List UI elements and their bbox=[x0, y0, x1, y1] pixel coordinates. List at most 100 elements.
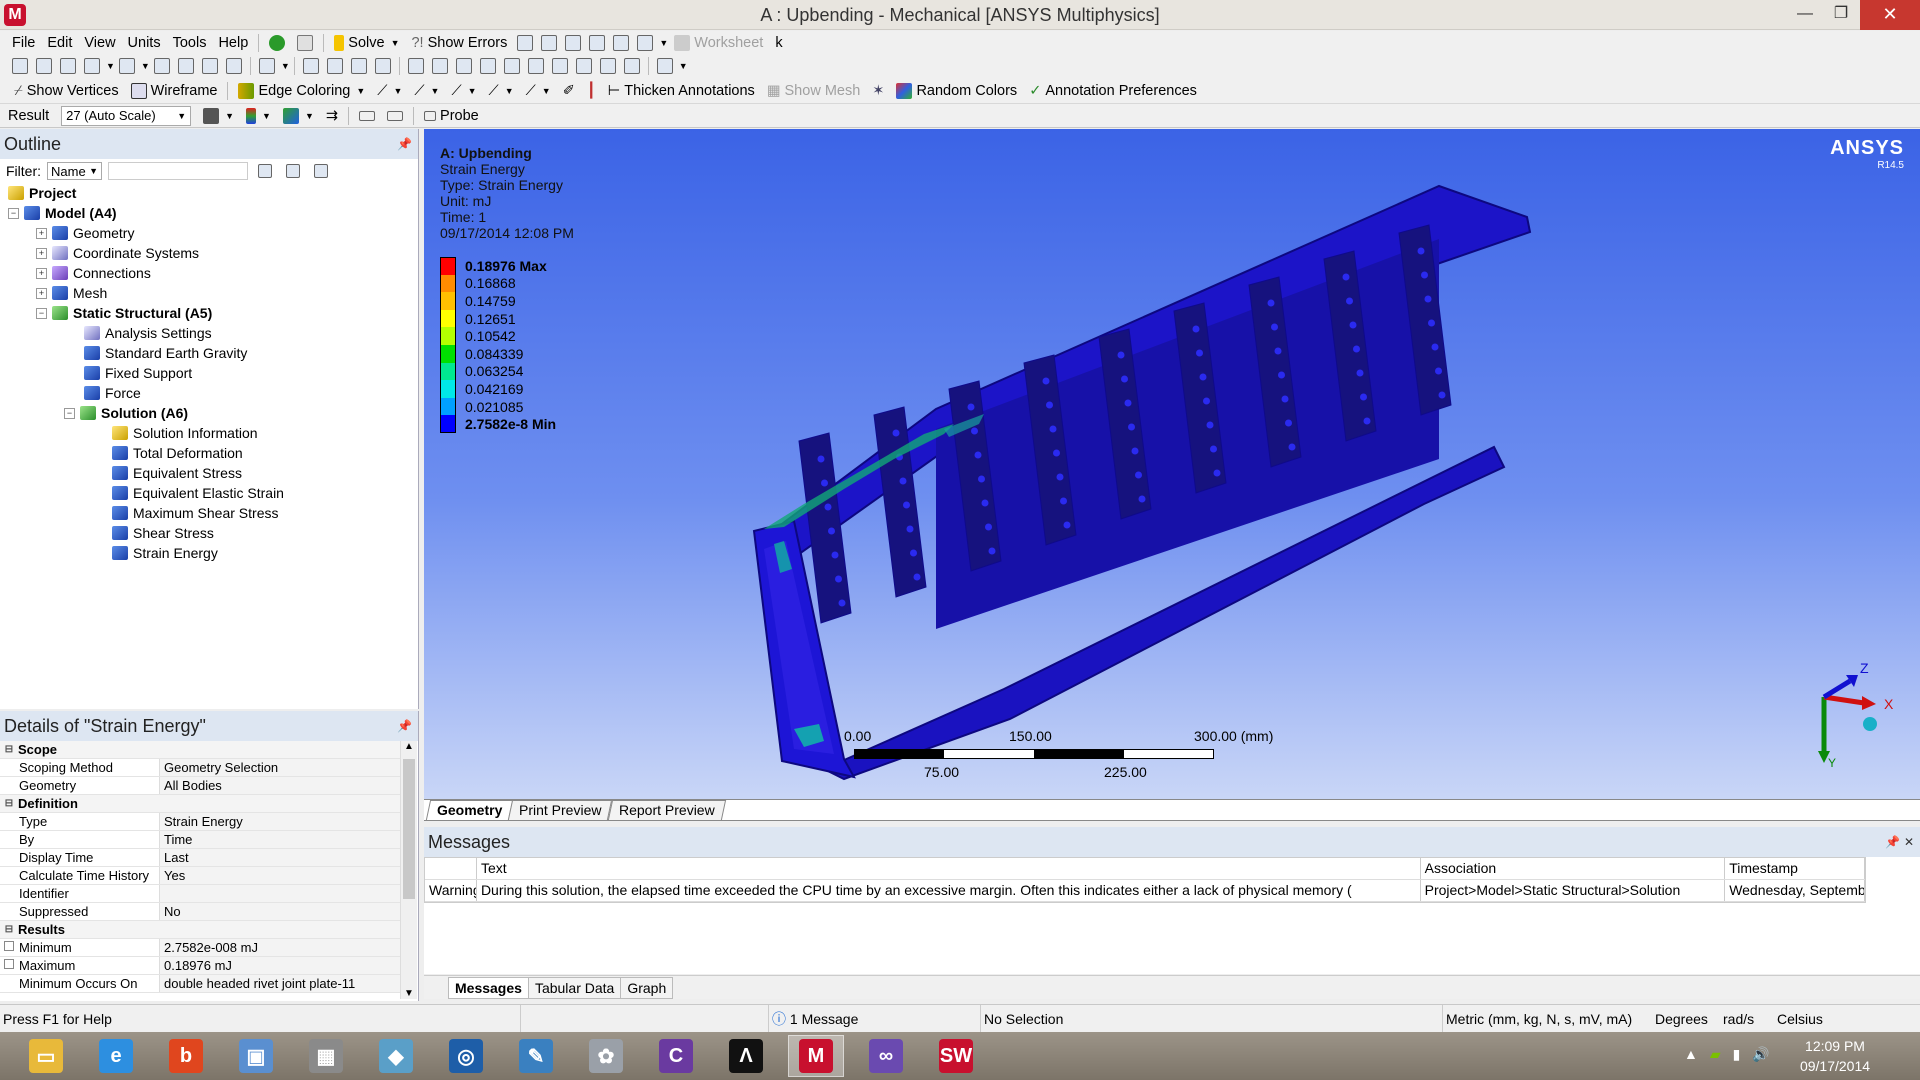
toolbar-icon[interactable] bbox=[517, 34, 534, 51]
network-icon[interactable]: ▮ bbox=[1733, 1046, 1741, 1063]
result-scale-dropdown[interactable]: 27 (Auto Scale) ▼ bbox=[61, 105, 192, 126]
taskbar-internet-explorer[interactable]: e bbox=[88, 1035, 144, 1077]
details-section-definition[interactable]: ⊟ Definition bbox=[0, 795, 400, 813]
tree-item-shear-stress[interactable]: Shear Stress bbox=[112, 523, 214, 543]
taskbar-brush-app[interactable]: ✎ bbox=[508, 1035, 564, 1077]
tree-item-standard-earth-gravity[interactable]: Standard Earth Gravity bbox=[84, 343, 247, 363]
details-section-results[interactable]: ⊟ Results bbox=[0, 921, 400, 939]
restore-button[interactable]: ❐ bbox=[1818, 0, 1864, 30]
status-temperature[interactable]: Celsius bbox=[1774, 1005, 1884, 1033]
tree-item-mesh[interactable]: + Mesh bbox=[36, 283, 107, 303]
tree-item-static-structural[interactable]: − Static Structural (A5) bbox=[36, 303, 212, 323]
thicken-icon[interactable]: ┃ bbox=[581, 80, 602, 102]
toolbar-icon[interactable] bbox=[613, 34, 630, 51]
tree-item-force[interactable]: Force bbox=[84, 383, 141, 403]
viewport-layout-icon[interactable] bbox=[656, 58, 673, 74]
show-vertices-button[interactable]: ⌿ Show Vertices bbox=[8, 80, 125, 102]
filter-search-input[interactable] bbox=[108, 162, 248, 180]
zoom-icon[interactable] bbox=[350, 58, 367, 74]
details-row[interactable]: Identifier bbox=[0, 885, 400, 903]
details-row[interactable]: Geometry All Bodies bbox=[0, 777, 400, 795]
tree-item-connections[interactable]: + Connections bbox=[36, 263, 151, 283]
probe-button[interactable]: Probe bbox=[418, 105, 485, 127]
expand-all-icon[interactable] bbox=[314, 164, 328, 178]
pin-icon[interactable]: ✐ bbox=[557, 80, 581, 102]
tree-item-solution-information[interactable]: Solution Information bbox=[112, 423, 258, 443]
taskbar-visual-studio[interactable]: ∞ bbox=[858, 1035, 914, 1077]
taskbar-network-app[interactable]: ◆ bbox=[368, 1035, 424, 1077]
taskbar-network-tools[interactable]: ✿ bbox=[578, 1035, 634, 1077]
details-row[interactable]: Display Time Last bbox=[0, 849, 400, 867]
tab-geometry[interactable]: Geometry bbox=[425, 800, 514, 820]
details-scrollbar[interactable]: ▲ ▼ bbox=[400, 741, 417, 999]
iso-view-icon[interactable] bbox=[575, 58, 592, 74]
tree-item-total-deformation[interactable]: Total Deformation bbox=[112, 443, 243, 463]
print-icon[interactable] bbox=[599, 58, 616, 74]
show-errors-button[interactable]: ?! Show Errors bbox=[405, 32, 513, 54]
tab-tabular-data[interactable]: Tabular Data bbox=[527, 976, 622, 999]
details-row[interactable]: Type Strain Energy bbox=[0, 813, 400, 831]
check-icon[interactable] bbox=[263, 32, 291, 54]
tag-icon[interactable] bbox=[623, 58, 640, 74]
checkbox[interactable] bbox=[4, 959, 14, 969]
refresh-icon[interactable] bbox=[258, 164, 272, 178]
filter-type-dropdown[interactable]: Name ▼ bbox=[47, 162, 102, 180]
tree-item-fixed-support[interactable]: Fixed Support bbox=[84, 363, 192, 383]
zoom-out-icon[interactable] bbox=[479, 58, 496, 74]
tree-item-geometry[interactable]: + Geometry bbox=[36, 223, 134, 243]
tab-print-preview[interactable]: Print Preview bbox=[508, 800, 613, 820]
show-mesh-button[interactable]: ▦ Show Mesh bbox=[761, 80, 866, 102]
taskbar-file-explorer[interactable]: ▭ bbox=[18, 1035, 74, 1077]
column-header-timestamp[interactable]: Timestamp bbox=[1725, 858, 1865, 879]
scrollbar-thumb[interactable] bbox=[403, 759, 415, 899]
edge-style-button[interactable]: ⟋ ▼ bbox=[483, 80, 520, 102]
tree-item-maximum-shear-stress[interactable]: Maximum Shear Stress bbox=[112, 503, 278, 523]
pointer-icon[interactable] bbox=[118, 58, 135, 74]
random-colors-button[interactable]: Random Colors bbox=[890, 80, 1023, 102]
select-icon[interactable] bbox=[36, 58, 52, 74]
taskbar-solidworks[interactable]: SW bbox=[928, 1035, 984, 1077]
menu-view[interactable]: View bbox=[78, 35, 121, 51]
edge-style-button[interactable]: ⟋ ▼ bbox=[445, 80, 482, 102]
edge-style-button[interactable]: ⟋ ▼ bbox=[408, 80, 445, 102]
annotation-preferences-button[interactable]: ✓ Annotation Preferences bbox=[1023, 80, 1203, 102]
edge-coloring-button[interactable]: Edge Coloring ▼ bbox=[232, 80, 371, 102]
chevron-up-icon[interactable]: ▲ bbox=[1684, 1046, 1698, 1063]
close-button[interactable]: ✕ bbox=[1860, 0, 1920, 30]
zoom-in-icon[interactable] bbox=[455, 58, 472, 74]
status-angle[interactable]: Degrees bbox=[1652, 1005, 1717, 1033]
clipboard-icon[interactable] bbox=[258, 58, 275, 74]
column-header-association[interactable]: Association bbox=[1421, 858, 1726, 879]
min-label-icon[interactable] bbox=[381, 105, 409, 127]
contour-legend[interactable]: 0.18976 Max 0.16868 0.14759 0.12651 0.10542 0… bbox=[440, 257, 556, 433]
checkbox[interactable] bbox=[4, 941, 14, 951]
menu-units[interactable]: Units bbox=[122, 35, 167, 51]
details-row[interactable]: Calculate Time History Yes bbox=[0, 867, 400, 885]
tab-report-preview[interactable]: Report Preview bbox=[607, 800, 726, 820]
select-mode-icon[interactable] bbox=[84, 58, 100, 74]
coordinate-triad[interactable]: Z X Y bbox=[1784, 659, 1894, 769]
edge-style-button[interactable]: ⟋ ▼ bbox=[520, 80, 557, 102]
explode-icon[interactable]: ✶ bbox=[866, 80, 890, 102]
context-help-icon[interactable]: k bbox=[769, 32, 788, 54]
details-row[interactable]: Maximum 0.18976 mJ bbox=[0, 957, 400, 975]
pan-icon[interactable] bbox=[326, 58, 343, 74]
taskbar-mechanical-app[interactable]: M bbox=[788, 1035, 844, 1077]
body-icon[interactable] bbox=[225, 58, 242, 74]
taskbar-media-app[interactable]: ◎ bbox=[438, 1035, 494, 1077]
graphics-viewport[interactable]: A: Upbending Strain Energy Type: Strain … bbox=[424, 129, 1920, 799]
edge-icon[interactable] bbox=[177, 58, 194, 74]
vertex-icon[interactable] bbox=[201, 58, 218, 74]
toolbar-icon[interactable] bbox=[565, 34, 582, 51]
zoom-box-icon[interactable] bbox=[374, 58, 391, 74]
tree-item-coordinate-systems[interactable]: + Coordinate Systems bbox=[36, 243, 199, 263]
tree-item-model[interactable]: − Model (A4) bbox=[8, 203, 117, 223]
details-row[interactable]: Suppressed No bbox=[0, 903, 400, 921]
close-icon[interactable]: ✕ bbox=[1904, 827, 1914, 857]
tree-item-solution[interactable]: − Solution (A6) bbox=[64, 403, 188, 423]
rotate-icon[interactable] bbox=[302, 58, 319, 74]
clear-filter-icon[interactable] bbox=[286, 164, 300, 178]
details-row[interactable]: By Time bbox=[0, 831, 400, 849]
worksheet-button[interactable]: Worksheet bbox=[668, 32, 769, 54]
pin-icon[interactable]: 📌 bbox=[1885, 827, 1900, 857]
